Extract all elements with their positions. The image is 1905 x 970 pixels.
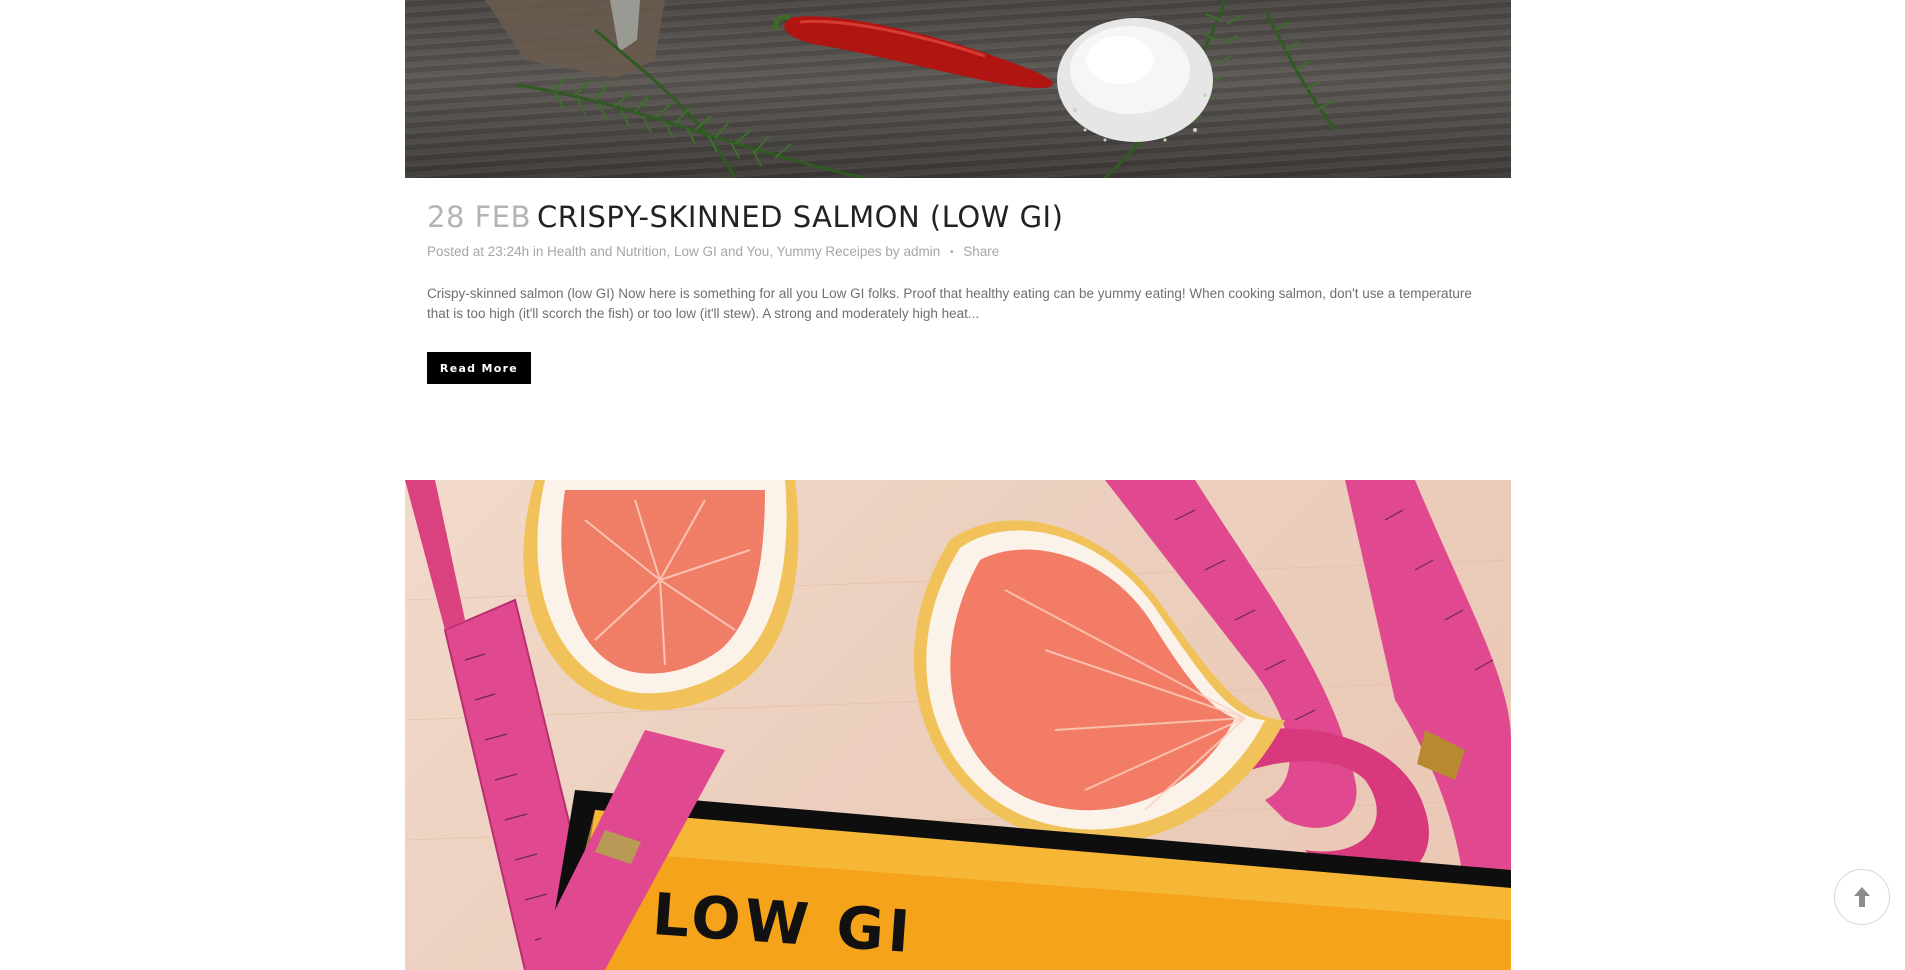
salmon-image-art [485,0,1337,178]
post-title-link[interactable]: CRISPY-SKINNED SALMON (LOW GI) [537,200,1063,234]
post-featured-image[interactable] [405,0,1511,178]
posted-at-text: Posted at 23:24h in [427,244,544,259]
category-link-low-gi[interactable]: Low GI and You [674,244,769,259]
category-link-health-nutrition[interactable]: Health and Nutrition [547,244,666,259]
by-label: by [885,244,900,259]
author-link[interactable]: admin [903,244,940,259]
post-meta: Posted at 23:24h in Health and Nutrition… [427,244,1000,259]
arrow-up-icon [1854,887,1870,907]
share-link[interactable]: Share [963,244,999,259]
read-more-button[interactable]: Read More [427,352,531,384]
post-date: 28 FEB [427,200,532,234]
separator-dot-icon: • [949,247,954,258]
back-to-top-button[interactable] [1834,869,1890,925]
grapefruit-image-art [405,480,1511,970]
post-heading: 28 FEB CRISPY-SKINNED SALMON (LOW GI) [427,200,1487,234]
post-excerpt: Crispy-skinned salmon (low GI) Now here … [427,286,1472,321]
next-post-featured-image[interactable]: LOW GI [405,480,1511,970]
category-link-yummy-receipes[interactable]: Yummy Receipes [777,244,882,259]
